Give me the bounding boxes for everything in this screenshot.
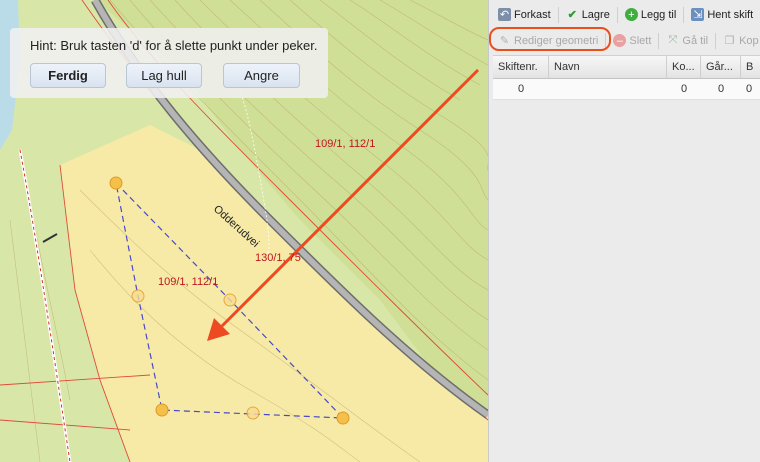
side-panel: ↶ Forkast ✔ Lagre + Legg til ⇲ Hent skif… bbox=[488, 0, 760, 462]
add-icon: + bbox=[624, 8, 638, 21]
highlight-ring bbox=[489, 27, 611, 51]
save-button[interactable]: ✔ Lagre bbox=[563, 6, 613, 23]
fetch-label: Hent skift bbox=[707, 8, 754, 21]
column-header-ko[interactable]: Ko... bbox=[667, 56, 701, 78]
column-header-b[interactable]: B bbox=[741, 56, 760, 78]
delete-button[interactable]: – Slett bbox=[610, 32, 654, 49]
fetch-shift-button[interactable]: ⇲ Hent skift bbox=[688, 6, 756, 23]
cell-b: 0 bbox=[746, 83, 753, 95]
hint-text: Hint: Bruk tasten 'd' for å slette punkt… bbox=[30, 38, 318, 53]
cell-navn bbox=[549, 79, 667, 99]
undo-button[interactable]: Angre bbox=[223, 63, 300, 88]
delete-label: Slett bbox=[629, 34, 652, 47]
parcel-label-top: 109/1, 112/1 bbox=[315, 138, 376, 150]
road-parcel-label: 130/1, 75 bbox=[255, 252, 301, 264]
map-view[interactable]: Odderudvei 109/1, 112/1 109/1, 112/1 130… bbox=[0, 0, 488, 462]
goto-button[interactable]: ⤧ Gå til bbox=[663, 32, 711, 49]
copy-button[interactable]: ❐ Kop bbox=[720, 32, 760, 49]
toolbar-separator bbox=[616, 6, 618, 23]
finish-button[interactable]: Ferdig bbox=[30, 63, 106, 88]
delete-icon: – bbox=[613, 34, 627, 47]
edit-hint-panel: Hint: Bruk tasten 'd' for å slette punkt… bbox=[10, 28, 328, 98]
cell-ko: 0 bbox=[680, 83, 688, 95]
table-row[interactable]: 0 0 0 0 bbox=[493, 79, 760, 100]
zoom-to-icon: ⤧ bbox=[668, 34, 678, 46]
column-header-navn[interactable]: Navn bbox=[549, 56, 667, 78]
add-button[interactable]: + Legg til bbox=[622, 6, 679, 23]
parcel-label-mid: 109/1, 112/1 bbox=[158, 276, 219, 288]
column-header-skiftenr[interactable]: Skiftenr. bbox=[493, 56, 549, 78]
goto-label: Gå til bbox=[682, 34, 709, 47]
copy-label: Kop bbox=[739, 34, 759, 47]
add-label: Legg til bbox=[640, 8, 677, 21]
toolbar-separator bbox=[557, 6, 559, 23]
discard-icon: ↶ bbox=[498, 8, 511, 21]
toolbar-top: ↶ Forkast ✔ Lagre + Legg til ⇲ Hent skif… bbox=[495, 2, 756, 27]
toolbar-separator bbox=[715, 32, 717, 49]
discard-button[interactable]: ↶ Forkast bbox=[495, 6, 554, 23]
checkmark-icon: ✔ bbox=[567, 9, 577, 21]
shift-table: Skiftenr. Navn Ko... Går... B 0 0 0 0 bbox=[493, 55, 760, 100]
fetch-icon: ⇲ bbox=[691, 8, 705, 21]
discard-label: Forkast bbox=[514, 8, 551, 21]
column-header-gar[interactable]: Går... bbox=[701, 56, 741, 78]
copy-icon: ❐ bbox=[724, 35, 735, 47]
toolbar-separator bbox=[683, 6, 685, 23]
table-header: Skiftenr. Navn Ko... Går... B bbox=[493, 55, 760, 79]
cell-skiftenr: 0 bbox=[517, 83, 525, 95]
save-label: Lagre bbox=[581, 8, 610, 21]
make-hole-button[interactable]: Lag hull bbox=[126, 63, 202, 88]
toolbar-separator bbox=[658, 32, 660, 49]
cell-gar: 0 bbox=[717, 83, 725, 95]
